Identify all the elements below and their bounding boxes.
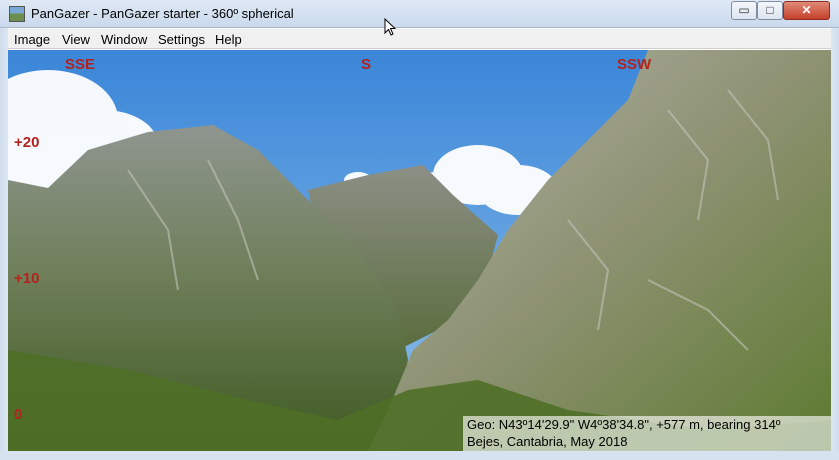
panorama-image [8, 50, 831, 451]
window-frame-right [831, 28, 839, 460]
geo-info-box: Geo: N43º14'29.9" W4º38'34.8", +577 m, b… [463, 416, 831, 451]
compass-label-sse: SSE [65, 56, 96, 73]
minimize-button[interactable]: ▭ [731, 1, 757, 20]
window-frame-left [0, 28, 8, 460]
elevation-label-plus20: +20 [14, 134, 40, 151]
window-frame-bottom [0, 451, 839, 460]
app-icon[interactable] [9, 6, 25, 22]
maximize-button[interactable]: □ [757, 1, 783, 20]
compass-label-s: S [361, 56, 372, 73]
menu-bar: Image View Window Settings Help [8, 29, 831, 49]
location-caption: Bejes, Cantabria, May 2018 [467, 434, 628, 449]
maximize-icon: □ [766, 3, 774, 17]
panorama-viewport[interactable]: SSE S SSW +20 +10 0 Geo: N43º14'29.9" W4… [8, 50, 831, 451]
menu-window[interactable]: Window [101, 32, 147, 47]
mouse-cursor-icon [384, 18, 396, 36]
elevation-label-zero: 0 [14, 406, 23, 423]
elevation-label-plus10: +10 [14, 270, 40, 287]
menu-help[interactable]: Help [215, 32, 242, 47]
menu-view[interactable]: View [62, 32, 90, 47]
menu-image[interactable]: Image [14, 32, 50, 47]
title-bar[interactable]: PanGazer - PanGazer starter - 360º spher… [0, 0, 839, 28]
close-icon: ✕ [801, 3, 812, 17]
geo-coordinates: Geo: N43º14'29.9" W4º38'34.8", +577 m, b… [467, 417, 781, 432]
compass-label-ssw: SSW [617, 56, 652, 73]
window-title: PanGazer - PanGazer starter - 360º spher… [31, 6, 294, 21]
menu-settings[interactable]: Settings [158, 32, 205, 47]
minimize-icon: ▭ [738, 3, 750, 17]
close-button[interactable]: ✕ [783, 1, 830, 20]
